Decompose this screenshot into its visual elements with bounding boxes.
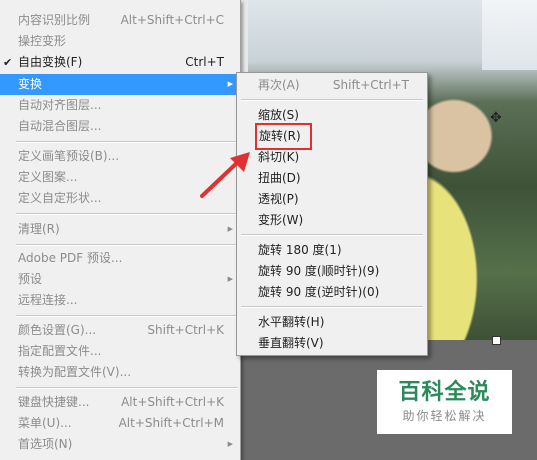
submenu-item-rotate-90-ccw[interactable]: 旋转 90 度(逆时针)(0) [237, 282, 427, 303]
submenu-item-distort[interactable]: 扭曲(D) [237, 168, 427, 189]
menu-item-label: 预设 [18, 272, 43, 286]
menu-item-label: 菜单(U)... [18, 416, 72, 430]
menu-item-label: 颜色设置(G)... [18, 323, 97, 337]
submenu-item-label: 水平翻转(H) [258, 315, 325, 329]
submenu-item-rotate-180[interactable]: 旋转 180 度(1) [237, 240, 427, 261]
submenu-item-rotate[interactable]: 旋转(R) [237, 123, 427, 150]
menu-item-label: 转换为配置文件(V)... [18, 365, 132, 379]
menu-item-label: 自动混合图层... [18, 119, 102, 133]
menu-item-label: 自由变换(F) [18, 55, 83, 69]
menu-item-shortcut: Alt+Shift+Ctrl+C [120, 13, 224, 27]
menu-separator [16, 213, 238, 215]
menu-item-label: 远程连接... [18, 293, 78, 307]
checkmark-icon: ✔ [3, 56, 13, 69]
menu-item-label: 定义画笔预设(B)... [18, 149, 120, 163]
transform-submenu: 再次(A) Shift+Ctrl+T 缩放(S) 旋转(R) 斜切(K) 扭曲(… [236, 72, 428, 356]
menu-item-label: 操控变形 [18, 34, 67, 48]
menu-item-shortcut: Shift+Ctrl+K [147, 323, 224, 337]
menu-item-label: 定义图案... [18, 170, 78, 184]
menu-item-label: 定义自定形状... [18, 191, 102, 205]
menu-item-label: Adobe PDF 预设... [18, 251, 123, 265]
menu-item-auto-align-layers[interactable]: 自动对齐图层... [0, 95, 240, 116]
menu-item-pdf-presets[interactable]: Adobe PDF 预设... [0, 248, 240, 269]
submenu-arrow-icon: ▶ [227, 440, 233, 448]
watermark-logo: 百科全说 助你轻松解决 [377, 370, 512, 434]
menu-item-label: 自动对齐图层... [18, 98, 102, 112]
menu-separator [16, 141, 238, 143]
menu-item-shortcut: Ctrl+T [185, 55, 224, 69]
submenu-item-warp[interactable]: 变形(W) [237, 210, 427, 231]
menu-separator [241, 234, 423, 236]
menu-item-color-settings[interactable]: 颜色设置(G)... Shift+Ctrl+K [0, 320, 240, 341]
submenu-item-skew[interactable]: 斜切(K) [237, 147, 427, 168]
menu-item-label: 首选项(N) [18, 437, 73, 451]
menu-item-content-aware-scale[interactable]: 内容识别比例 Alt+Shift+Ctrl+C [0, 10, 240, 31]
menu-separator [16, 387, 238, 389]
menu-separator [241, 306, 423, 308]
menu-item-label: 键盘快捷键... [18, 395, 90, 409]
submenu-item-flip-horizontal[interactable]: 水平翻转(H) [237, 312, 427, 333]
submenu-item-label: 旋转 180 度(1) [258, 243, 342, 257]
submenu-item-label: 缩放(S) [258, 108, 299, 122]
menu-item-preferences[interactable]: 首选项(N) ▶ [0, 434, 240, 455]
watermark-title: 百科全说 [398, 380, 491, 405]
menu-separator [16, 244, 238, 246]
photo-sky [482, 0, 537, 70]
watermark-subtitle: 助你轻松解决 [402, 409, 487, 423]
menu-item-label: 清理(R) [18, 222, 60, 236]
submenu-item-shortcut: Shift+Ctrl+T [332, 78, 409, 92]
submenu-item-label: 变形(W) [258, 213, 304, 227]
edit-menu: 内容识别比例 Alt+Shift+Ctrl+C 操控变形 ✔ 自由变换(F) C… [0, 0, 241, 460]
menu-item-label: 变换 [18, 77, 43, 91]
submenu-item-label: 旋转 90 度(顺时针)(9) [258, 264, 380, 278]
submenu-item-label: 旋转 90 度(逆时针)(0) [258, 285, 380, 299]
transform-handle[interactable] [492, 336, 501, 345]
menu-item-remote-connections[interactable]: 远程连接... [0, 290, 240, 311]
menu-item-shortcut: Alt+Shift+Ctrl+M [118, 416, 224, 430]
menu-separator [241, 99, 423, 101]
annotation-arrow-icon [200, 152, 250, 198]
submenu-item-label: 再次(A) [258, 78, 300, 92]
menu-item-shortcut: Alt+Shift+Ctrl+K [121, 395, 224, 409]
menu-item-free-transform[interactable]: ✔ 自由变换(F) Ctrl+T [0, 52, 240, 73]
submenu-item-label: 斜切(K) [258, 150, 300, 164]
submenu-item-rotate-90-cw[interactable]: 旋转 90 度(顺时针)(9) [237, 261, 427, 282]
menu-item-assign-profile[interactable]: 指定配置文件... [0, 341, 240, 362]
submenu-item-label: 旋转(R) [255, 123, 312, 150]
submenu-item-perspective[interactable]: 透视(P) [237, 189, 427, 210]
submenu-item-label: 垂直翻转(V) [258, 336, 324, 350]
menu-item-auto-blend-layers[interactable]: 自动混合图层... [0, 116, 240, 137]
menu-item-purge[interactable]: 清理(R) ▶ [0, 219, 240, 240]
move-cursor-icon: ✥ [490, 110, 502, 126]
submenu-arrow-icon: ▶ [227, 275, 233, 283]
menu-item-presets[interactable]: 预设 ▶ [0, 269, 240, 290]
menu-item-transform[interactable]: 变换 ▶ [0, 74, 240, 95]
submenu-arrow-icon: ▶ [227, 80, 233, 88]
submenu-item-flip-vertical[interactable]: 垂直翻转(V) [237, 333, 427, 354]
submenu-item-scale[interactable]: 缩放(S) [237, 105, 427, 126]
submenu-arrow-icon: ▶ [227, 225, 233, 233]
menu-separator [16, 315, 238, 317]
menu-item-convert-profile[interactable]: 转换为配置文件(V)... [0, 362, 240, 383]
submenu-item-again[interactable]: 再次(A) Shift+Ctrl+T [237, 75, 427, 96]
menu-item-menus[interactable]: 菜单(U)... Alt+Shift+Ctrl+M [0, 413, 240, 434]
menu-item-label: 内容识别比例 [18, 13, 91, 27]
menu-item-label: 指定配置文件... [18, 344, 102, 358]
submenu-item-label: 扭曲(D) [258, 171, 301, 185]
menu-item-keyboard-shortcuts[interactable]: 键盘快捷键... Alt+Shift+Ctrl+K [0, 392, 240, 413]
submenu-item-label: 透视(P) [258, 192, 299, 206]
menu-item-puppet-warp[interactable]: 操控变形 [0, 31, 240, 52]
